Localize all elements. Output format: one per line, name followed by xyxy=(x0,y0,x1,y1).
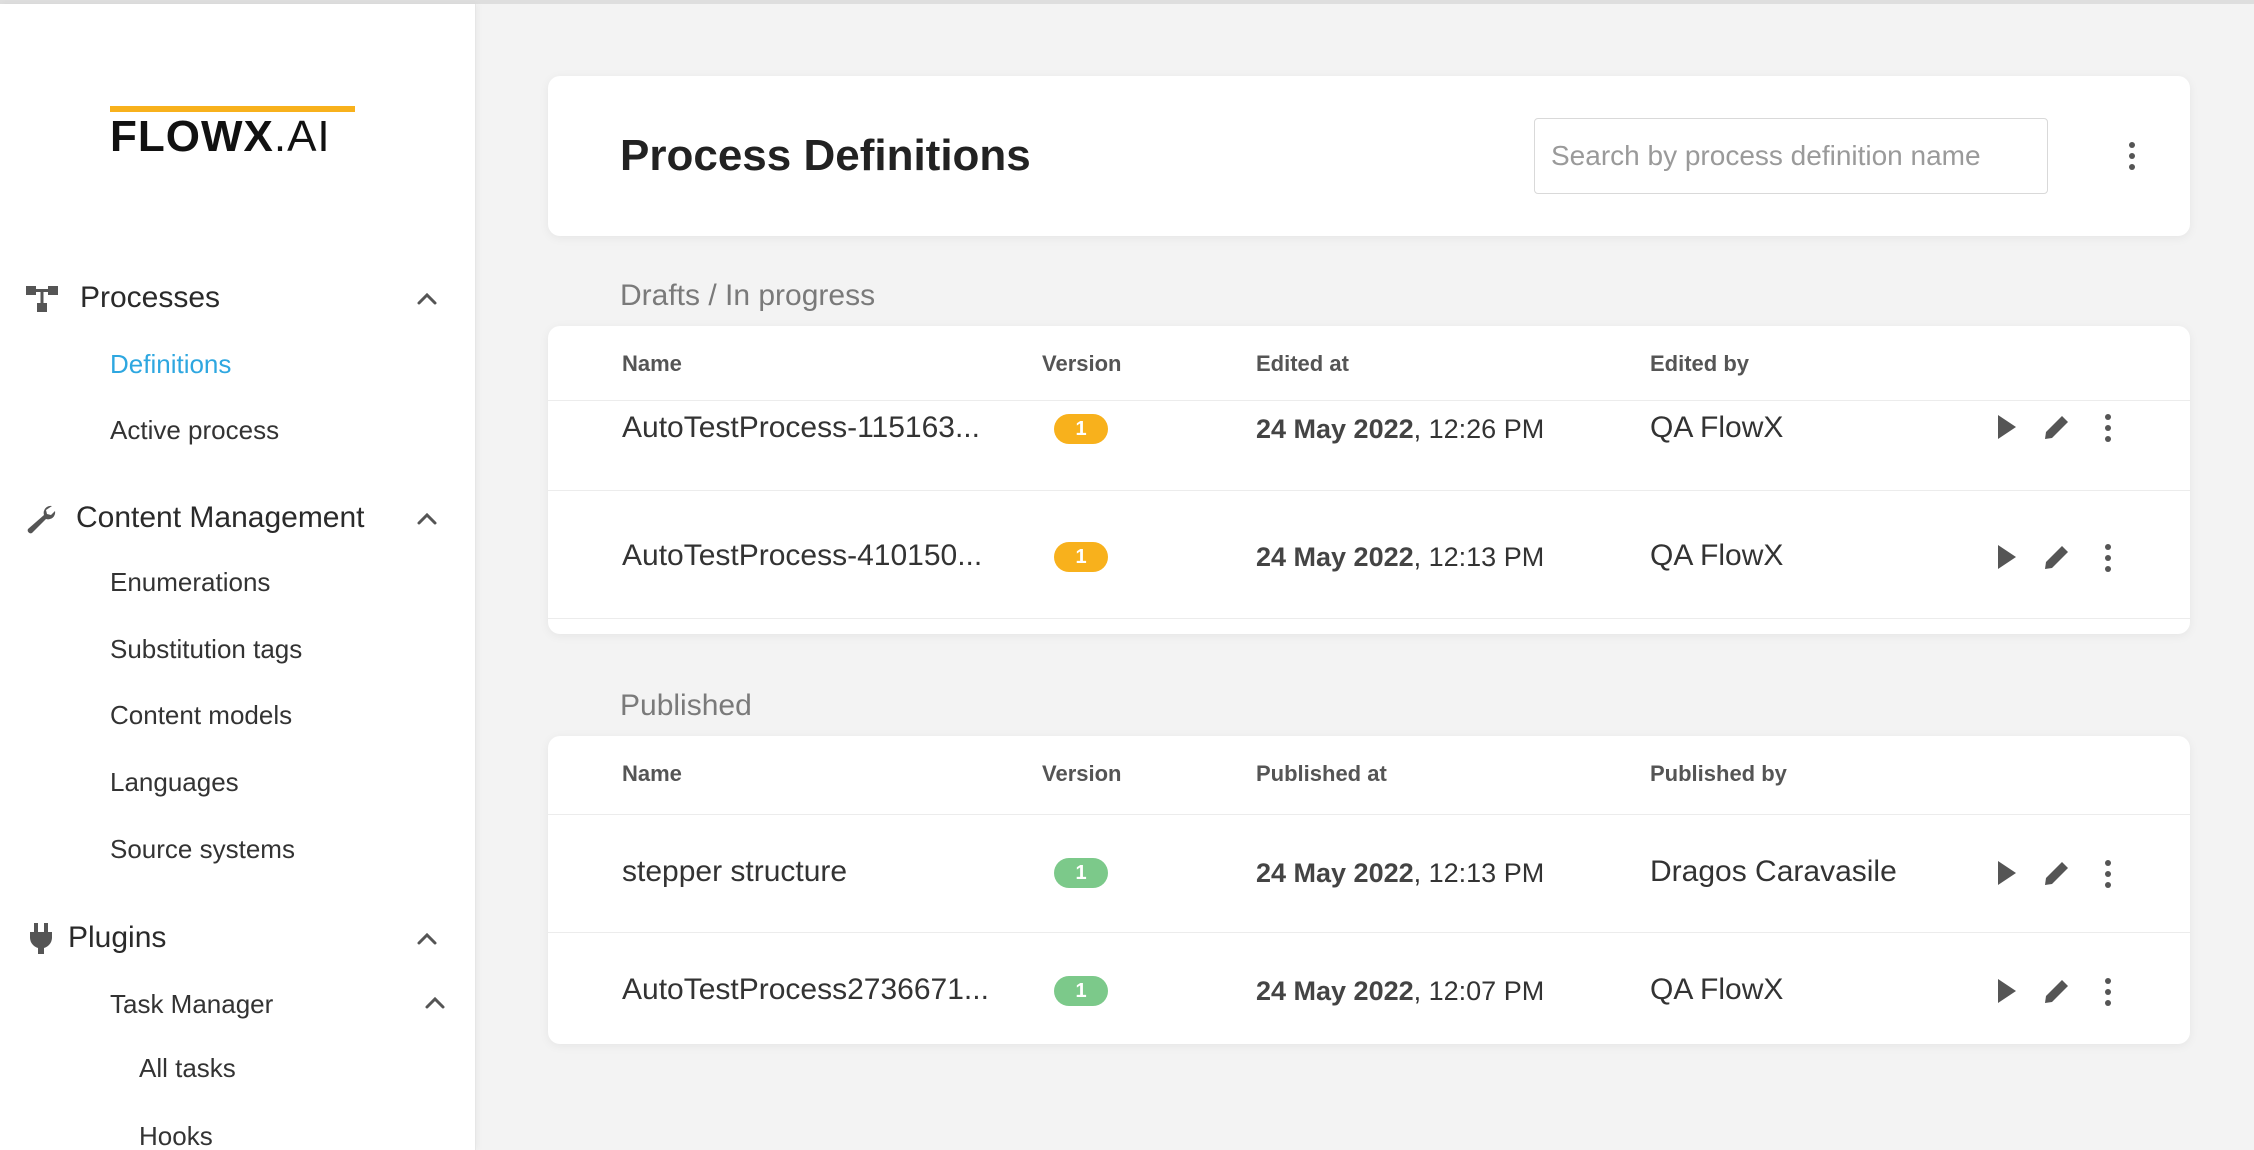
sidebar-item-substitution-tags[interactable]: Substitution tags xyxy=(110,633,302,665)
row-name[interactable]: AutoTestProcess-115163... xyxy=(622,410,980,446)
row-date: 24 May 2022, 12:07 PM xyxy=(1256,976,1545,1006)
edit-icon[interactable] xyxy=(2040,540,2074,574)
row-more-options-icon[interactable] xyxy=(2098,974,2118,1010)
table-row[interactable]: AutoTestProcess-410150... 1 24 May 2022,… xyxy=(548,490,2190,600)
row-date: 24 May 2022, 12:13 PM xyxy=(1256,542,1545,572)
version-badge: 1 xyxy=(1054,542,1108,572)
nav-sub-label: Task Manager xyxy=(110,989,274,1019)
sidebar-item-hooks[interactable]: Hooks xyxy=(139,1120,213,1150)
column-header-published-by[interactable]: Published by xyxy=(1650,760,1787,788)
chevron-up-icon[interactable] xyxy=(412,284,442,314)
play-icon[interactable] xyxy=(1988,540,2022,574)
column-header-name[interactable]: Name xyxy=(622,760,682,788)
table-row[interactable]: AutoTestProcess2736671... 1 24 May 2022,… xyxy=(548,932,2190,1044)
table-row[interactable]: AutoTestProcess-115163... 1 24 May 2022,… xyxy=(548,374,2190,484)
row-name[interactable]: AutoTestProcess2736671... xyxy=(622,972,989,1008)
row-date: 24 May 2022, 12:26 PM xyxy=(1256,414,1545,444)
sidebar-item-definitions[interactable]: Definitions xyxy=(110,348,231,380)
row-user: QA FlowX xyxy=(1650,539,1784,572)
column-header-published-at[interactable]: Published at xyxy=(1256,760,1387,788)
page-title: Process Definitions xyxy=(620,131,1031,180)
play-icon[interactable] xyxy=(1988,974,2022,1008)
flow-icon xyxy=(24,282,60,316)
more-options-icon[interactable] xyxy=(2122,138,2142,174)
row-date: 24 May 2022, 12:13 PM xyxy=(1256,858,1545,888)
column-header-version[interactable]: Version xyxy=(1042,760,1121,788)
nav-section-label: Processes xyxy=(80,281,221,314)
wrench-icon xyxy=(24,502,60,536)
logo-bold-text: FLOWX xyxy=(110,112,274,161)
row-user: QA FlowX xyxy=(1650,411,1784,444)
row-user: Dragos Caravasile xyxy=(1650,855,1897,888)
sidebar: FLOWX.AI Processes Definitions Active pr… xyxy=(0,4,476,1150)
section-title-published: Published xyxy=(620,689,752,722)
sidebar-item-active-process[interactable]: Active process xyxy=(110,414,279,446)
play-icon[interactable] xyxy=(1988,856,2022,890)
version-badge: 1 xyxy=(1054,976,1108,1006)
version-badge: 1 xyxy=(1054,858,1108,888)
edit-icon[interactable] xyxy=(2040,410,2074,444)
sidebar-item-enumerations[interactable]: Enumerations xyxy=(110,566,270,598)
sidebar-item-task-manager[interactable]: Task Manager xyxy=(110,980,460,1030)
row-more-options-icon[interactable] xyxy=(2098,856,2118,892)
section-title-drafts: Drafts / In progress xyxy=(620,279,876,312)
sidebar-item-all-tasks[interactable]: All tasks xyxy=(139,1052,236,1084)
row-name[interactable]: AutoTestProcess-410150... xyxy=(622,538,982,574)
chevron-up-icon[interactable] xyxy=(412,924,442,954)
nav-section-plugins[interactable]: Plugins xyxy=(0,908,476,968)
version-badge: 1 xyxy=(1054,414,1108,444)
flowx-logo[interactable]: FLOWX.AI xyxy=(110,102,356,162)
chevron-up-icon[interactable] xyxy=(420,988,450,1018)
table-row[interactable]: stepper structure 1 24 May 2022, 12:13 P… xyxy=(548,814,2190,932)
drafts-table: Name Version Edited at Edited by AutoTes… xyxy=(548,326,2190,634)
row-user: QA FlowX xyxy=(1650,973,1784,1006)
play-icon[interactable] xyxy=(1988,410,2022,444)
sidebar-item-source-systems[interactable]: Source systems xyxy=(110,833,295,865)
nav-section-label: Content Management xyxy=(76,501,365,534)
row-more-options-icon[interactable] xyxy=(2098,540,2118,576)
nav-section-content-management[interactable]: Content Management xyxy=(0,488,476,548)
sidebar-item-content-models[interactable]: Content models xyxy=(110,699,292,731)
edit-icon[interactable] xyxy=(2040,974,2074,1008)
row-name[interactable]: stepper structure xyxy=(622,854,847,890)
logo-light-text: .AI xyxy=(273,112,331,161)
search-input[interactable] xyxy=(1534,118,2048,194)
nav-section-label: Plugins xyxy=(68,921,167,954)
page-header-card: Process Definitions xyxy=(548,76,2190,236)
sidebar-item-languages[interactable]: Languages xyxy=(110,766,239,798)
nav-section-processes[interactable]: Processes xyxy=(0,268,476,328)
published-table: Name Version Published at Published by s… xyxy=(548,736,2190,1044)
row-more-options-icon[interactable] xyxy=(2098,410,2118,446)
plug-icon xyxy=(24,922,60,956)
chevron-up-icon[interactable] xyxy=(412,504,442,534)
edit-icon[interactable] xyxy=(2040,856,2074,890)
